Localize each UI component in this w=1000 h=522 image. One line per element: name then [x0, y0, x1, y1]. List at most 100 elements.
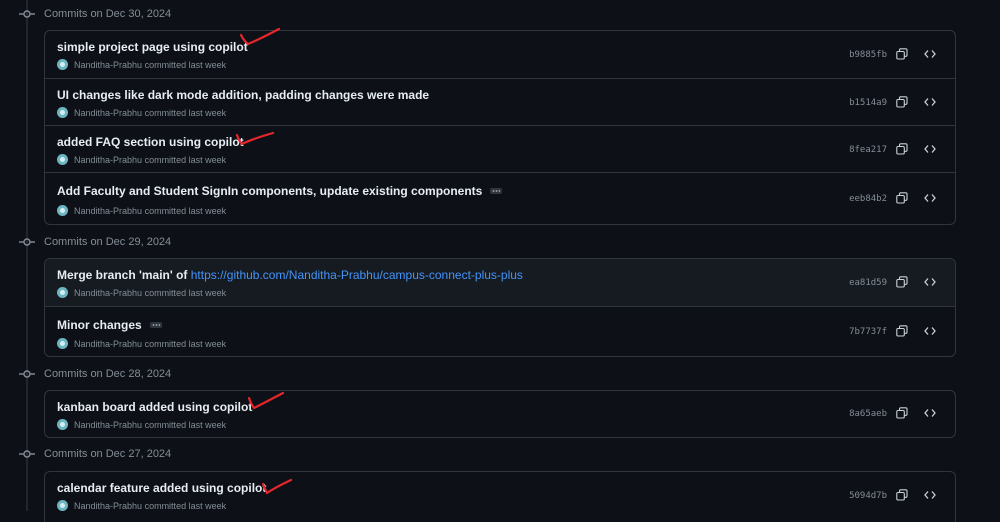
commit-time: committed last week	[144, 154, 227, 165]
commit-title[interactable]: UI changes like dark mode addition, padd…	[57, 88, 429, 102]
commit-author[interactable]: Nanditha-Prabhu	[74, 339, 142, 349]
browse-repo-button[interactable]	[923, 488, 937, 502]
handwritten-check-mark	[261, 478, 293, 495]
commit-author[interactable]: Nanditha-Prabhu	[74, 288, 142, 298]
browse-repo-button[interactable]	[923, 95, 937, 109]
avatar[interactable]	[57, 500, 68, 511]
commit-row[interactable]: Add Faculty and Student SignIn component…	[45, 172, 955, 222]
commit-row[interactable]: kanban board added using copilot Nandith…	[45, 391, 955, 437]
avatar[interactable]	[57, 154, 68, 165]
commit-sha[interactable]: 7b7737f	[849, 327, 887, 337]
commit-title[interactable]: Minor changes	[57, 318, 142, 332]
group-title: Commits on Dec 29, 2024	[44, 236, 172, 248]
commit-time: committed last week	[144, 419, 227, 430]
kebab-ellipsis-icon[interactable]	[490, 188, 503, 194]
commit-list: simple project page using copilot Nandit…	[44, 30, 956, 225]
commit-title[interactable]: added FAQ section using copilot	[57, 135, 244, 149]
commit-author[interactable]: Nanditha-Prabhu	[74, 155, 142, 165]
commit-link[interactable]: https://github.com/Nanditha-Prabhu/campu…	[191, 268, 523, 282]
commit-author[interactable]: Nanditha-Prabhu	[74, 501, 142, 511]
commit-time: committed last week	[144, 500, 227, 511]
code-icon	[924, 50, 936, 58]
avatar[interactable]	[57, 338, 68, 349]
browse-repo-button[interactable]	[923, 47, 937, 61]
commit-row[interactable]: calendar feature added using copilot Nan…	[45, 472, 955, 522]
group-title: Commits on Dec 27, 2024	[44, 448, 172, 460]
commit-sha[interactable]: 8fea217	[849, 145, 887, 155]
commit-author[interactable]: Nanditha-Prabhu	[74, 206, 142, 216]
copy-sha-button[interactable]	[895, 191, 909, 205]
commit-author[interactable]: Nanditha-Prabhu	[74, 60, 142, 70]
copy-sha-button[interactable]	[895, 142, 909, 156]
copy-sha-button[interactable]	[895, 488, 909, 502]
git-commit-icon	[19, 450, 35, 458]
commit-sha[interactable]: b9885fb	[849, 50, 887, 60]
copy-icon	[896, 489, 908, 501]
timeline-line	[26, 0, 28, 511]
copy-sha-button[interactable]	[895, 324, 909, 338]
code-icon	[924, 194, 936, 202]
git-commit-icon	[19, 370, 35, 378]
commit-sha[interactable]: 8a65aeb	[849, 409, 887, 419]
copy-icon	[896, 276, 908, 288]
copy-sha-button[interactable]	[895, 406, 909, 420]
copy-icon	[896, 48, 908, 60]
avatar[interactable]	[57, 59, 68, 70]
commit-row[interactable]: Merge branch 'main' of https://github.co…	[45, 259, 955, 306]
commit-sha[interactable]: 5094d7b	[849, 491, 887, 501]
code-icon	[924, 98, 936, 106]
browse-repo-button[interactable]	[923, 142, 937, 156]
browse-repo-button[interactable]	[923, 275, 937, 289]
browse-repo-button[interactable]	[923, 324, 937, 338]
kebab-ellipsis-icon[interactable]	[149, 322, 162, 328]
avatar[interactable]	[57, 107, 68, 118]
avatar[interactable]	[57, 205, 68, 216]
commit-row[interactable]: simple project page using copilot Nandit…	[45, 31, 955, 78]
commit-title[interactable]: Merge branch 'main' of	[57, 268, 187, 282]
code-icon	[924, 409, 936, 417]
commit-time: committed last week	[144, 59, 227, 70]
copy-icon	[896, 325, 908, 337]
commit-title[interactable]: simple project page using copilot	[57, 40, 248, 54]
commit-row[interactable]: UI changes like dark mode addition, padd…	[45, 78, 955, 125]
commit-title[interactable]: Add Faculty and Student SignIn component…	[57, 184, 482, 198]
code-icon	[924, 327, 936, 335]
commit-list: calendar feature added using copilot Nan…	[44, 471, 956, 522]
copy-icon	[896, 407, 908, 419]
copy-sha-button[interactable]	[895, 47, 909, 61]
commit-list: Merge branch 'main' of https://github.co…	[44, 258, 956, 357]
code-icon	[924, 491, 936, 499]
commit-author[interactable]: Nanditha-Prabhu	[74, 420, 142, 430]
copy-icon	[896, 96, 908, 108]
copy-sha-button[interactable]	[895, 95, 909, 109]
commit-row[interactable]: Minor changes Nanditha-Prabhu committed …	[45, 306, 955, 356]
commit-author[interactable]: Nanditha-Prabhu	[74, 108, 142, 118]
commit-row[interactable]: added FAQ section using copilot Nanditha…	[45, 125, 955, 172]
commit-time: committed last week	[144, 287, 227, 298]
copy-icon	[896, 192, 908, 204]
handwritten-check-mark	[247, 391, 285, 410]
copy-icon	[896, 143, 908, 155]
git-commit-icon	[19, 238, 35, 246]
commit-sha[interactable]: b1514a9	[849, 98, 887, 108]
group-title: Commits on Dec 28, 2024	[44, 368, 172, 380]
copy-sha-button[interactable]	[895, 275, 909, 289]
git-commit-icon	[19, 10, 35, 18]
commit-time: committed last week	[144, 205, 227, 216]
commit-sha[interactable]: eeb84b2	[849, 194, 887, 204]
code-icon	[924, 278, 936, 286]
browse-repo-button[interactable]	[923, 191, 937, 205]
handwritten-check-mark	[235, 131, 275, 146]
commit-title[interactable]: calendar feature added using copilot	[57, 481, 266, 495]
avatar[interactable]	[57, 287, 68, 298]
commit-list: kanban board added using copilot Nandith…	[44, 390, 956, 438]
avatar[interactable]	[57, 419, 68, 430]
commit-time: committed last week	[144, 338, 227, 349]
browse-repo-button[interactable]	[923, 406, 937, 420]
commit-title[interactable]: kanban board added using copilot	[57, 400, 252, 414]
commit-time: committed last week	[144, 107, 227, 118]
handwritten-check-mark	[239, 27, 281, 46]
group-title: Commits on Dec 30, 2024	[44, 8, 172, 20]
code-icon	[924, 145, 936, 153]
commit-sha[interactable]: ea81d59	[849, 278, 887, 288]
